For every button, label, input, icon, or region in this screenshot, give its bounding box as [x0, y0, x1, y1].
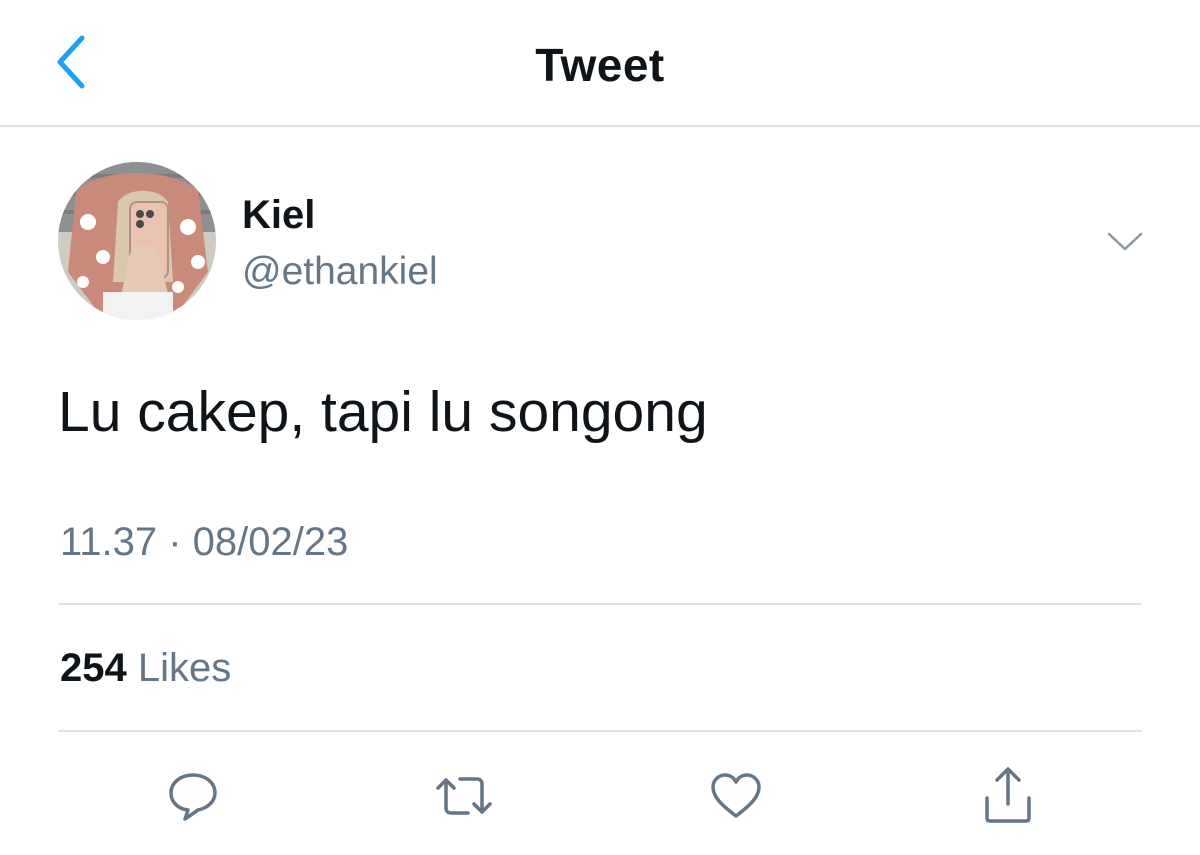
heart-icon [711, 773, 761, 818]
divider [58, 603, 1142, 605]
avatar-photo [58, 162, 216, 320]
avatar[interactable] [58, 162, 216, 320]
author-handle[interactable]: @ethankiel [242, 250, 438, 294]
retweet-button[interactable] [432, 764, 496, 828]
tweet-timestamp[interactable]: 11.37 · 08/02/23 [60, 520, 348, 565]
reply-icon [169, 773, 217, 821]
likes-stat[interactable]: 254 Likes [60, 646, 231, 691]
top-navigation-bar: Tweet [0, 0, 1200, 127]
chevron-down-icon [1107, 232, 1143, 251]
likes-count: 254 [60, 646, 127, 690]
reply-button[interactable] [161, 764, 225, 828]
more-options-button[interactable] [1100, 222, 1150, 262]
share-button[interactable] [976, 764, 1040, 828]
page-title: Tweet [535, 39, 665, 91]
author-display-name[interactable]: Kiel [242, 193, 315, 238]
share-icon [985, 767, 1031, 823]
likes-label: Likes [137, 646, 232, 690]
retweet-icon [436, 777, 492, 815]
divider [58, 730, 1142, 732]
like-button[interactable] [704, 764, 768, 828]
tweet-text: Lu cakep, tapi lu songong [58, 380, 708, 444]
